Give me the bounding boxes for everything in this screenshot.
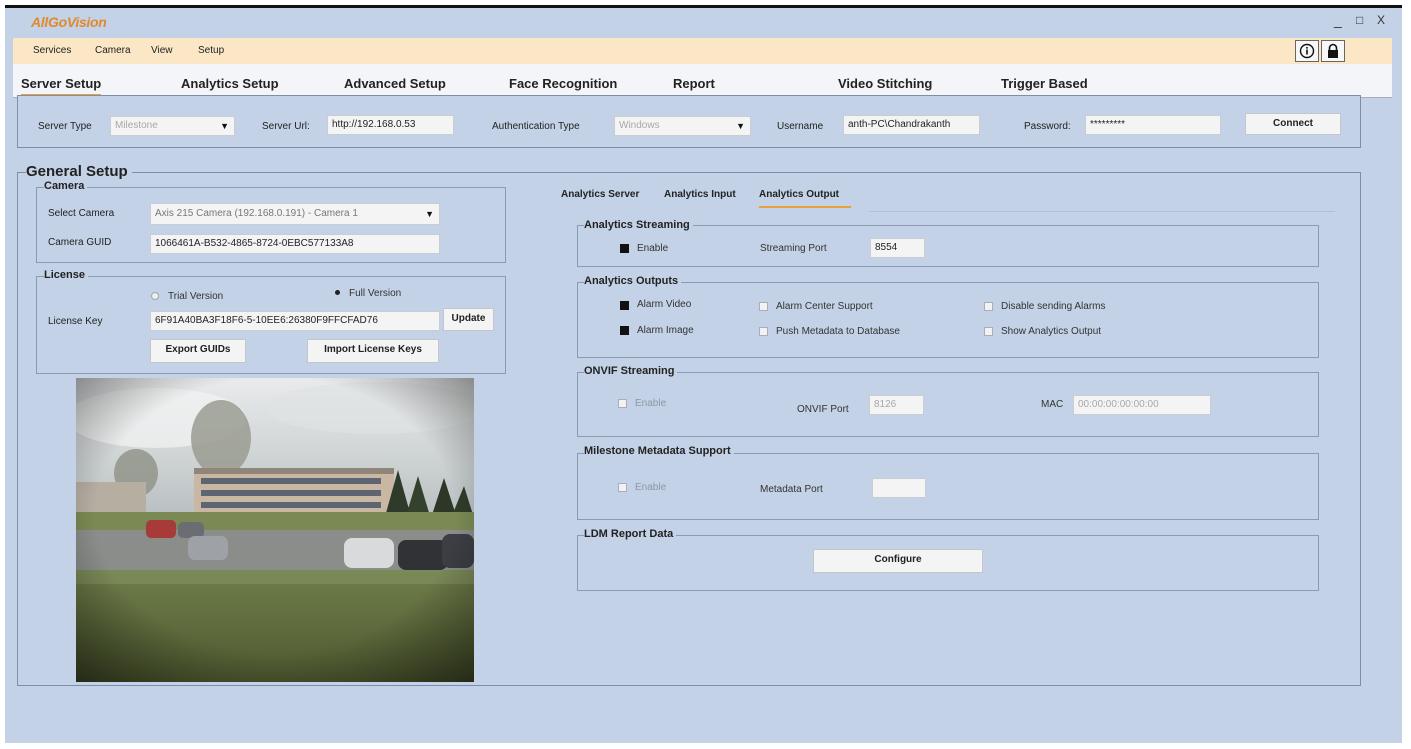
tab-server-setup[interactable]: Server Setup: [21, 76, 102, 96]
mac-label: MAC: [1041, 399, 1064, 410]
info-icon[interactable]: [1295, 40, 1319, 62]
milestone-metadata-title: Milestone Metadata Support: [584, 445, 734, 457]
menu-view[interactable]: View: [151, 45, 173, 56]
trial-version-radio[interactable]: [151, 292, 159, 300]
configure-button[interactable]: Configure: [813, 549, 983, 573]
menu-bar: Services Camera View Setup: [13, 38, 1392, 64]
auth-type-label: Authentication Type: [492, 121, 580, 132]
auth-type-value: Windows: [619, 120, 660, 131]
streaming-port-input[interactable]: 8554: [870, 238, 925, 258]
onvif-port-input[interactable]: 8126: [869, 395, 924, 415]
alarm-image-checkbox[interactable]: [620, 326, 629, 335]
export-guids-button[interactable]: Export GUIDs: [150, 339, 246, 363]
license-key-label: License Key: [48, 316, 103, 327]
title-bar: AllGoVision _ □ X: [5, 8, 1402, 38]
onvif-enable-label: Enable: [635, 398, 667, 409]
push-metadata-label: Push Metadata to Database: [776, 326, 900, 337]
maximize-button[interactable]: □: [1356, 13, 1363, 27]
camera-preview-image: [76, 378, 474, 682]
full-version-radio[interactable]: [335, 290, 340, 295]
chevron-down-icon: ▼: [736, 121, 745, 131]
metadata-enable-label: Enable: [635, 482, 667, 493]
subtab-divider: [869, 211, 1335, 212]
alarm-center-support-checkbox[interactable]: [759, 302, 768, 311]
username-input[interactable]: anth-PC\Chandrakanth: [843, 115, 980, 135]
disable-sending-alarms-checkbox[interactable]: [984, 302, 993, 311]
tab-report[interactable]: Report: [673, 76, 715, 91]
analytics-streaming-groupbox: [577, 225, 1319, 267]
alarm-video-checkbox[interactable]: [620, 301, 629, 310]
onvif-enable-checkbox[interactable]: [618, 399, 627, 408]
close-button[interactable]: X: [1377, 13, 1385, 27]
password-label: Password:: [1024, 121, 1071, 132]
alarm-image-label: Alarm Image: [637, 325, 694, 336]
chevron-down-icon: ▼: [425, 209, 434, 219]
menu-services[interactable]: Services: [33, 45, 71, 56]
tab-face-recognition[interactable]: Face Recognition: [509, 76, 617, 91]
main-tab-bar: Server Setup Analytics Setup Advanced Se…: [13, 64, 1392, 98]
trial-version-label: Trial Version: [168, 291, 224, 302]
camera-scene: [76, 378, 474, 682]
select-camera-dropdown[interactable]: Axis 215 Camera (192.168.0.191) - Camera…: [150, 203, 440, 225]
analytics-streaming-title: Analytics Streaming: [584, 219, 693, 231]
alarm-center-support-label: Alarm Center Support: [776, 301, 873, 312]
tab-trigger-based[interactable]: Trigger Based: [1001, 76, 1088, 91]
chevron-down-icon: ▼: [220, 121, 229, 131]
metadata-enable-checkbox[interactable]: [618, 483, 627, 492]
tab-analytics-output[interactable]: Analytics Output: [759, 189, 852, 208]
streaming-port-label: Streaming Port: [760, 243, 827, 254]
server-type-value: Milestone: [115, 120, 158, 131]
streaming-enable-checkbox[interactable]: [620, 244, 629, 253]
server-type-label: Server Type: [38, 121, 92, 132]
connect-button[interactable]: Connect: [1245, 113, 1341, 135]
username-label: Username: [777, 121, 824, 132]
alarm-video-label: Alarm Video: [637, 299, 692, 310]
onvif-streaming-title: ONVIF Streaming: [584, 365, 678, 377]
full-version-label: Full Version: [349, 288, 402, 299]
auth-type-select[interactable]: Windows ▼: [614, 116, 751, 136]
import-license-keys-button[interactable]: Import License Keys: [307, 339, 439, 363]
update-button[interactable]: Update: [443, 308, 494, 331]
menu-camera[interactable]: Camera: [95, 45, 131, 56]
onvif-port-label: ONVIF Port: [797, 404, 849, 415]
server-type-select[interactable]: Milestone ▼: [110, 116, 235, 136]
select-camera-value: Axis 215 Camera (192.168.0.191) - Camera…: [155, 208, 358, 219]
disable-sending-alarms-label: Disable sending Alarms: [1001, 301, 1106, 312]
metadata-port-label: Metadata Port: [760, 484, 823, 495]
tab-video-stitching[interactable]: Video Stitching: [838, 76, 932, 91]
password-input[interactable]: *********: [1085, 115, 1221, 135]
camera-guid-input[interactable]: 1066461A-B532-4865-8724-0EBC577133A8: [150, 234, 440, 254]
metadata-port-input[interactable]: [872, 478, 926, 498]
tab-advanced-setup[interactable]: Advanced Setup: [344, 76, 446, 91]
menu-setup[interactable]: Setup: [198, 45, 224, 56]
show-analytics-output-label: Show Analytics Output: [1001, 326, 1102, 337]
app-logo: AllGoVision: [31, 14, 107, 30]
select-camera-label: Select Camera: [48, 208, 115, 219]
camera-guid-label: Camera GUID: [48, 237, 112, 248]
mac-input[interactable]: 00:00:00:00:00:00: [1073, 395, 1211, 415]
milestone-metadata-groupbox: [577, 453, 1319, 520]
show-analytics-output-checkbox[interactable]: [984, 327, 993, 336]
tab-analytics-input[interactable]: Analytics Input: [664, 189, 736, 200]
lock-icon[interactable]: [1321, 40, 1345, 62]
ldm-report-title: LDM Report Data: [584, 528, 677, 540]
license-group-title: License: [44, 269, 88, 281]
server-url-label: Server Url:: [262, 121, 310, 132]
analytics-outputs-title: Analytics Outputs: [584, 275, 682, 287]
tab-analytics-server[interactable]: Analytics Server: [561, 189, 639, 200]
streaming-enable-label: Enable: [637, 243, 669, 254]
general-setup-title: General Setup: [26, 163, 132, 180]
camera-group-title: Camera: [44, 180, 88, 192]
tab-analytics-setup[interactable]: Analytics Setup: [181, 76, 279, 91]
minimize-button[interactable]: _: [1334, 12, 1342, 28]
analytics-outputs-groupbox: [577, 282, 1319, 358]
server-url-input[interactable]: http://192.168.0.53: [327, 115, 454, 135]
license-key-input[interactable]: 6F91A40BA3F18F6-5-10EE6:26380F9FFCFAD76: [150, 311, 440, 331]
push-metadata-checkbox[interactable]: [759, 327, 768, 336]
